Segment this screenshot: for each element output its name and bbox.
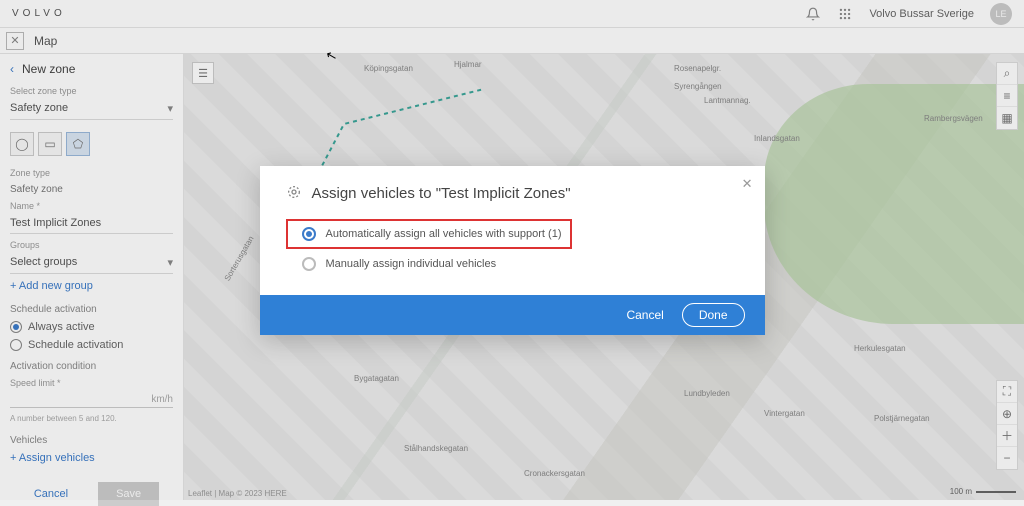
assign-vehicles-modal: ✕ Assign vehicles to "Test Implicit Zone… bbox=[260, 166, 765, 335]
modal-footer: Cancel Done bbox=[260, 295, 765, 335]
option-auto[interactable]: Automatically assign all vehicles with s… bbox=[294, 223, 562, 245]
modal-overlay[interactable]: ✕ Assign vehicles to "Test Implicit Zone… bbox=[0, 0, 1024, 500]
modal-close-icon[interactable]: ✕ bbox=[742, 176, 753, 192]
highlighted-option: Automatically assign all vehicles with s… bbox=[286, 219, 572, 249]
option-manual-label: Manually assign individual vehicles bbox=[326, 258, 497, 270]
modal-done-button[interactable]: Done bbox=[682, 303, 745, 327]
radio-icon bbox=[302, 257, 316, 271]
modal-title: Assign vehicles to "Test Implicit Zones" bbox=[312, 185, 571, 202]
option-manual[interactable]: Manually assign individual vehicles bbox=[286, 253, 739, 275]
option-auto-label: Automatically assign all vehicles with s… bbox=[326, 228, 562, 240]
target-icon bbox=[286, 184, 302, 203]
radio-icon bbox=[302, 227, 316, 241]
modal-cancel-button[interactable]: Cancel bbox=[626, 308, 663, 322]
